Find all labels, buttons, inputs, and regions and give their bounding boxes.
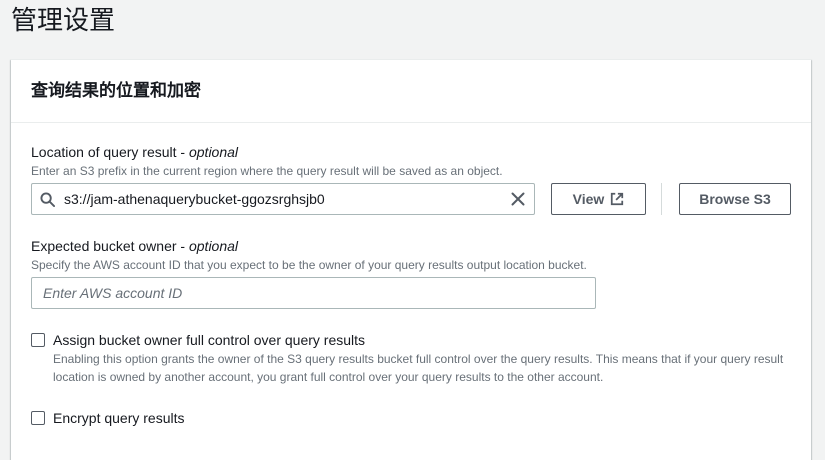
owner-label-text: Expected bucket owner - (31, 238, 189, 254)
owner-optional-text: optional (188, 238, 239, 254)
location-optional-text: optional (188, 144, 239, 160)
external-link-icon (611, 192, 624, 206)
location-description: Enter an S3 prefix in the current region… (31, 164, 503, 178)
page-title: 管理设置 (11, 6, 116, 36)
aws-account-id-input[interactable] (41, 278, 585, 308)
owner-description: Specify the AWS account ID that you expe… (31, 258, 587, 272)
encrypt-label[interactable]: Encrypt query results (53, 409, 185, 427)
view-button-label: View (572, 191, 605, 207)
button-divider (661, 183, 662, 215)
browse-s3-button[interactable]: Browse S3 (679, 183, 791, 215)
panel-header: 查询结果的位置和加密 (11, 60, 811, 123)
owner-label: Expected bucket owner - optional (31, 237, 238, 255)
location-label-text: Location of query result - (31, 144, 189, 160)
clear-icon[interactable] (510, 191, 526, 207)
full-control-label[interactable]: Assign bucket owner full control over qu… (53, 331, 365, 349)
location-value[interactable]: s3://jam-athenaquerybucket-ggozsrghsjb0 (64, 190, 325, 208)
search-icon (40, 192, 55, 207)
expected-bucket-owner-field[interactable] (31, 277, 596, 309)
full-control-checkbox[interactable] (31, 333, 45, 347)
panel-title: 查询结果的位置和加密 (31, 81, 201, 101)
full-control-description: Enabling this option grants the owner of… (53, 352, 784, 384)
encrypt-checkbox[interactable] (31, 411, 45, 425)
query-result-location-input[interactable]: s3://jam-athenaquerybucket-ggozsrghsjb0 (31, 183, 535, 215)
view-button[interactable]: View (551, 183, 646, 215)
query-result-settings-panel: 查询结果的位置和加密 Location of query result - op… (11, 59, 811, 460)
location-label: Location of query result - optional (31, 143, 238, 161)
